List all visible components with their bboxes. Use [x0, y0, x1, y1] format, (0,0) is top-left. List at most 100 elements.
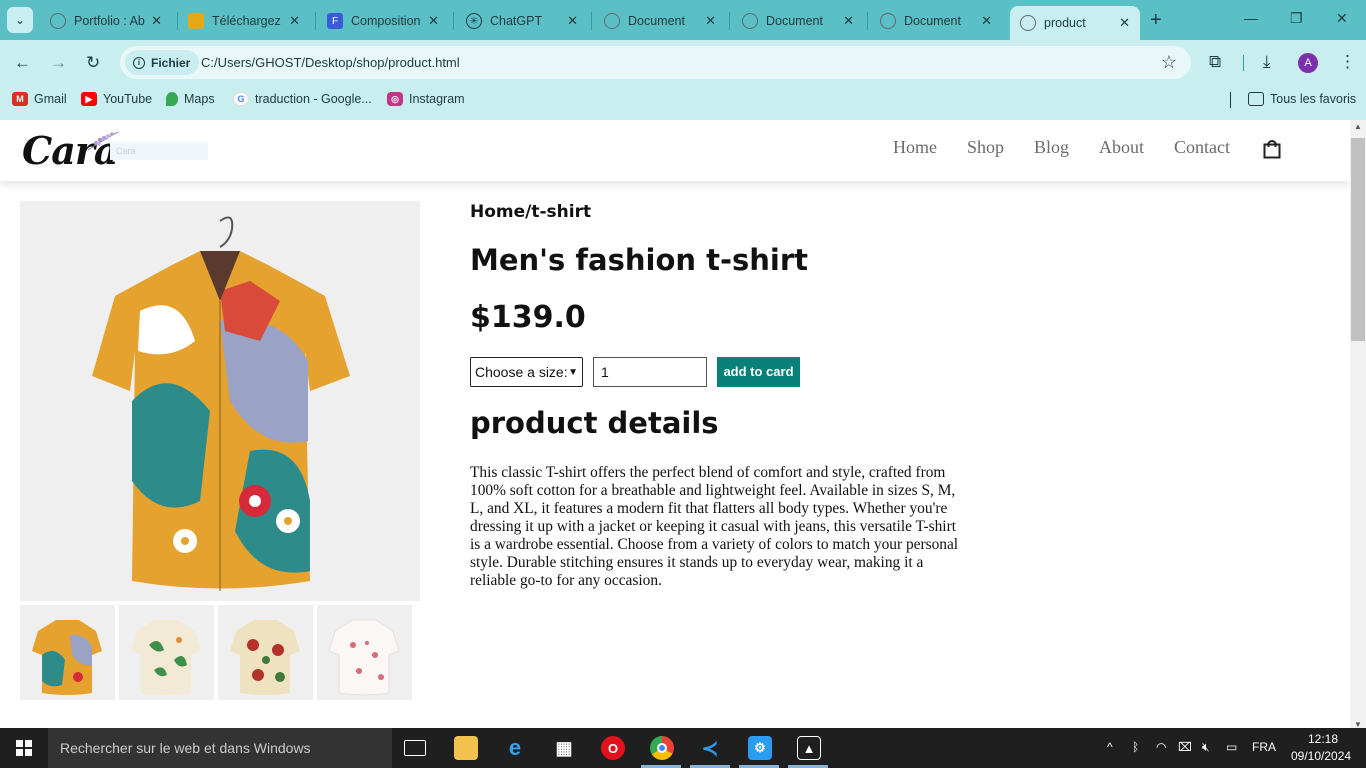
tab-telechargez[interactable]: Téléchargez ✕ [178, 6, 310, 36]
nav-about[interactable]: About [1099, 137, 1144, 158]
shirt-thumbnail-2 [131, 620, 201, 695]
nav-contact[interactable]: Contact [1174, 137, 1230, 158]
scroll-down-arrow-icon[interactable]: ▼ [1354, 720, 1362, 728]
site-info-label: Fichier [151, 55, 191, 70]
tab-title: Composition [351, 14, 421, 28]
edge-icon[interactable]: e [503, 735, 527, 760]
close-icon[interactable]: ✕ [567, 13, 578, 29]
tab-divider [453, 12, 454, 30]
details-text: This classic T-shirt offers the perfect … [470, 464, 959, 589]
bookmark-label: YouTube [103, 92, 153, 106]
chatgpt-icon: ✳ [466, 13, 482, 29]
nav-home[interactable]: Home [893, 137, 937, 158]
add-to-cart-button[interactable]: add to card [717, 357, 800, 387]
menu-kebab-icon[interactable]: ⋮ [1339, 52, 1356, 72]
wifi-icon[interactable]: ◠ [1156, 740, 1166, 754]
scroll-up-arrow-icon[interactable]: ▲ [1354, 122, 1362, 131]
task-view-icon[interactable] [404, 740, 426, 756]
tab-document-3[interactable]: Document ✕ [870, 6, 1002, 36]
bookmarks-divider [1230, 92, 1231, 108]
toolbar-divider [1243, 55, 1244, 71]
tab-divider [729, 12, 730, 30]
file-explorer-icon[interactable] [454, 736, 478, 760]
taskbar-search[interactable]: Rechercher sur le web et dans Windows [48, 728, 392, 768]
restore-button[interactable]: ❐ [1290, 10, 1303, 27]
tab-divider [591, 12, 592, 30]
tab-composition[interactable]: F Composition ✕ [317, 6, 449, 36]
tab-portfolio[interactable]: Portfolio : Ab ✕ [40, 6, 172, 36]
network-icon[interactable]: ⌧ [1178, 740, 1192, 754]
tab-title: Document [904, 14, 961, 28]
size-select[interactable]: Choose a size: ▼ [470, 357, 583, 387]
tab-chatgpt[interactable]: ✳ ChatGPT ✕ [456, 6, 588, 36]
thumbnail-4[interactable] [317, 605, 412, 700]
nav-shop[interactable]: Shop [967, 137, 1004, 158]
settings-icon[interactable]: ⚙ [748, 736, 772, 760]
tab-product[interactable]: product ✕ [1010, 6, 1140, 40]
bookmark-maps[interactable]: Maps [166, 92, 215, 106]
shirt-thumbnail-1 [32, 620, 102, 695]
bookmark-gmail[interactable]: M Gmail [12, 92, 67, 106]
tab-title: product [1044, 16, 1086, 30]
reload-button[interactable]: ↻ [86, 53, 100, 73]
close-icon[interactable]: ✕ [428, 13, 439, 29]
quantity-input[interactable]: 1 [593, 357, 707, 387]
close-icon[interactable]: ✕ [981, 13, 992, 29]
close-icon[interactable]: ✕ [1119, 15, 1130, 31]
clock-time[interactable]: 12:18 [1308, 732, 1338, 746]
nav-blog[interactable]: Blog [1034, 137, 1069, 158]
globe-icon [880, 13, 896, 29]
address-bar[interactable]: i Fichier C:/Users/GHOST/Desktop/shop/pr… [120, 46, 1191, 79]
tab-document-2[interactable]: Document ✕ [732, 6, 864, 36]
download-icon[interactable]: ⤓ [1263, 52, 1271, 72]
all-bookmarks[interactable]: Tous les favoris [1248, 92, 1356, 106]
extensions-icon[interactable]: ⧉ [1209, 52, 1221, 72]
close-window-button[interactable]: ✕ [1336, 10, 1348, 27]
tab-search-menu-button[interactable]: ⌄ [7, 7, 33, 33]
chevron-up-icon[interactable]: ^ [1107, 740, 1113, 754]
minimize-button[interactable]: — [1244, 10, 1258, 26]
thumbnail-1[interactable] [20, 605, 115, 700]
notification-icon[interactable]: ▭ [1226, 740, 1237, 754]
shopping-bag-icon[interactable] [1263, 139, 1281, 159]
close-icon[interactable]: ✕ [705, 13, 716, 29]
product-title: Men's fashion t-shirt [470, 243, 809, 277]
hat-icon [188, 13, 204, 29]
bluetooth-icon[interactable]: ᛒ [1132, 740, 1139, 754]
close-icon[interactable]: ✕ [151, 13, 162, 29]
back-button[interactable]: ← [14, 53, 31, 73]
language-indicator[interactable]: FRA [1252, 740, 1276, 754]
shirt-thumbnail-4 [328, 619, 400, 696]
chrome-icon[interactable] [650, 736, 674, 760]
bookmark-star-icon[interactable]: ☆ [1161, 52, 1177, 73]
gmail-icon: M [12, 92, 28, 106]
thumbnail-2[interactable] [119, 605, 214, 700]
store-icon[interactable]: ▦ [552, 736, 576, 760]
bookmark-youtube[interactable]: ▶ YouTube [81, 92, 152, 106]
close-icon[interactable]: ✕ [843, 13, 854, 29]
vscode-icon[interactable]: ≺ [698, 736, 722, 760]
forward-button[interactable]: → [50, 53, 67, 73]
breadcrumb: Home/t-shirt [470, 202, 592, 222]
clock-date[interactable]: 09/10/2024 [1291, 749, 1351, 763]
thumbnail-3[interactable] [218, 605, 313, 700]
photos-icon[interactable]: ▲ [797, 736, 821, 760]
tab-divider [867, 12, 868, 30]
url-text[interactable]: C:/Users/GHOST/Desktop/shop/product.html [201, 55, 460, 70]
volume-muted-icon[interactable]: 🔇︎ [1202, 740, 1210, 755]
opera-icon[interactable]: O [601, 736, 625, 760]
close-icon[interactable]: ✕ [289, 13, 300, 29]
site-info-chip[interactable]: i Fichier [125, 50, 200, 75]
site-header: Cara Cara Home Shop Blog About Contact [0, 120, 1350, 181]
windows-start-icon[interactable] [16, 740, 32, 756]
all-bookmarks-label: Tous les favoris [1270, 92, 1357, 106]
bookmark-traduction[interactable]: G traduction - Google... [233, 92, 372, 106]
scrollbar-thumb[interactable] [1351, 138, 1365, 341]
shirt-thumbnail-3 [230, 620, 300, 695]
tab-title: Téléchargez [212, 14, 281, 28]
tab-divider [315, 12, 316, 30]
bookmark-instagram[interactable]: ◎ Instagram [387, 92, 465, 106]
profile-avatar[interactable]: A [1298, 53, 1318, 73]
tab-document-1[interactable]: Document ✕ [594, 6, 726, 36]
new-tab-button[interactable]: + [1150, 9, 1162, 32]
